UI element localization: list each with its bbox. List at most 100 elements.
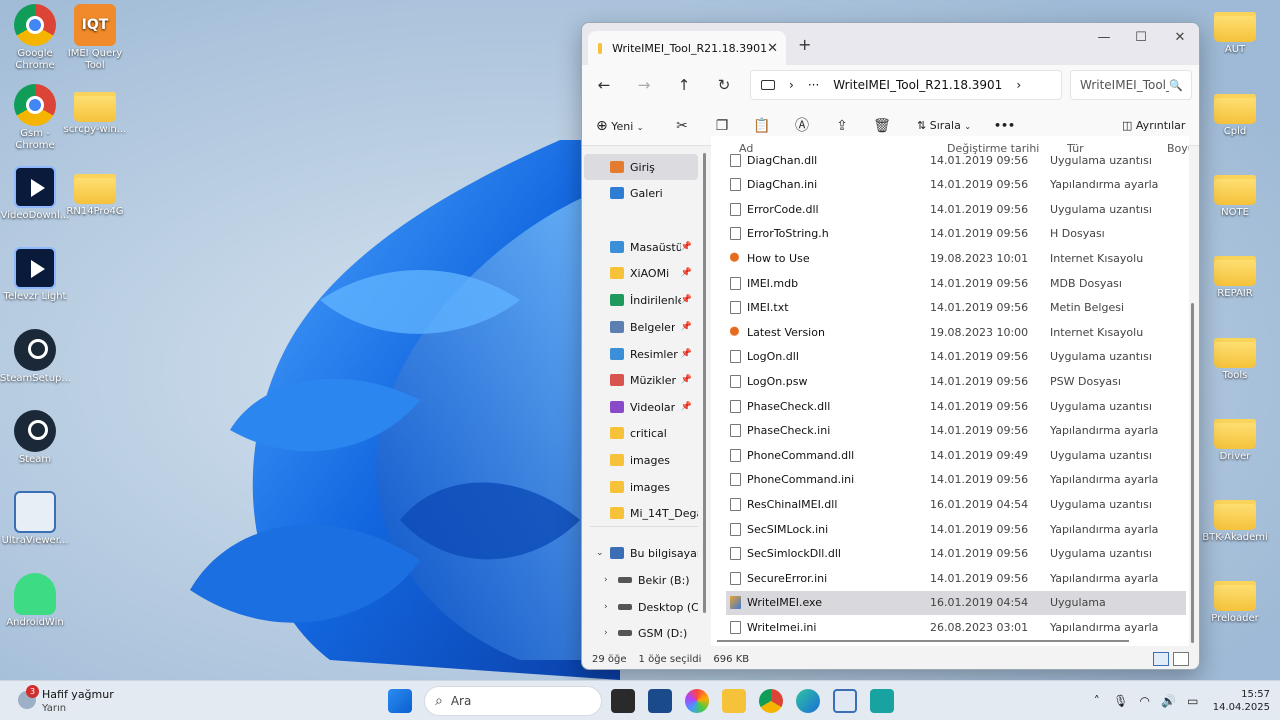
desktop-icon-imei-query-tool[interactable]: IQT IMEI Query Tool — [60, 4, 130, 72]
desktop-icon-steam[interactable]: Steam — [0, 410, 70, 466]
nav-item[interactable]: images — [584, 447, 698, 473]
close-window-button[interactable]: ✕ — [1162, 27, 1198, 49]
nav-item[interactable]: Masaüstü 📌 — [584, 234, 698, 260]
file-row[interactable]: WriteIMEI.exe 16.01.2019 04:54 Uygulama — [726, 590, 1186, 615]
desktop-icon-steamsetup[interactable]: SteamSetup... — [0, 329, 70, 385]
nav-item[interactable]: Mi_14T_Degas_M — [584, 500, 698, 526]
file-row[interactable]: PhoneCommand.dll 14.01.2019 09:49 Uygulama… — [726, 443, 1186, 467]
nav-tree-item[interactable]: ⌄ Bu bilgisayar — [584, 540, 698, 566]
sort-button[interactable]: ⇅ Sırala ⌄ — [917, 115, 971, 137]
pin-icon[interactable]: 📌 — [681, 349, 692, 359]
file-row[interactable]: PhaseCheck.ini 14.01.2019 09:56 Yapılandır… — [726, 419, 1186, 443]
desktop-folder-cpld[interactable]: Cpld — [1200, 86, 1270, 138]
nav-item[interactable]: İndirilenler📌 — [584, 287, 698, 313]
nav-item[interactable]: Resimler 📌 — [584, 341, 698, 367]
file-row[interactable]: SecSIMLock.ini 14.01.2019 09:56 Yapılandır… — [726, 517, 1186, 541]
desktop-icon-androidwin[interactable]: AndroidWin — [0, 573, 70, 629]
desktop-icon-televzr[interactable]: Televzr Light — [0, 247, 70, 303]
wifi-icon[interactable]: ◠ — [1133, 694, 1157, 708]
file-row[interactable]: LogOn.psw 14.01.2019 09:56 PSW Dosyası — [726, 369, 1186, 393]
microphone-icon[interactable]: 🎙 — [1109, 694, 1133, 708]
store-icon[interactable] — [648, 689, 672, 713]
nav-item[interactable]: Belgeler 📌 — [584, 314, 698, 340]
search-box[interactable]: WriteIMEI_Tool_R21.18.3901 içinde ara 🔍 — [1070, 70, 1192, 100]
pin-icon[interactable]: 📌 — [681, 375, 692, 385]
desktop-folder-driver[interactable]: Driver — [1200, 411, 1270, 463]
details-pane-button[interactable]: ◫ Ayrıntılar — [1122, 115, 1185, 137]
more-options-button[interactable]: ••• — [994, 115, 1015, 137]
refresh-button[interactable]: ↻ — [712, 73, 736, 97]
file-row[interactable]: PhoneCommand.ini 14.01.2019 09:56 Yapıland… — [726, 468, 1186, 492]
file-row[interactable]: ResChinalMEI.dll 16.01.2019 04:54 Uygulama… — [726, 492, 1186, 516]
nav-item[interactable]: Videolar 📌 — [584, 394, 698, 420]
nav-item[interactable]: XiAOMi 📌 — [584, 260, 698, 286]
nav-item[interactable]: critical — [584, 420, 698, 446]
desktop-folder-repair[interactable]: REPAIR — [1200, 248, 1270, 300]
chevron-icon[interactable]: › — [604, 575, 608, 585]
edge-icon[interactable] — [796, 689, 820, 713]
breadcrumb-current-folder[interactable]: WriteIMEI_Tool_R21.18.3901 — [833, 78, 1002, 92]
file-list-horizontal-scrollbar[interactable] — [717, 640, 1129, 642]
file-row[interactable]: Latest Version 19.08.2023 10:00 Internet K… — [726, 320, 1186, 344]
cut-icon[interactable]: ✂ — [671, 115, 693, 137]
nav-item[interactable]: Galeri — [584, 180, 698, 206]
close-tab-icon[interactable]: ✕ — [767, 41, 778, 56]
nav-item[interactable]: Müzikler 📌 — [584, 367, 698, 393]
desktop-folder-aut[interactable]: AUT — [1200, 4, 1270, 56]
search-input[interactable]: WriteIMEI_Tool_R21.18.3901 içinde ara — [1080, 78, 1169, 92]
file-row[interactable]: LogOn.dll 14.01.2019 09:56 Uygulama uzantı… — [726, 345, 1186, 369]
chevron-icon[interactable]: ⌄ — [596, 548, 604, 558]
file-row[interactable]: ErrorToString.h 14.01.2019 09:56 H Dosyası — [726, 222, 1186, 246]
desktop-icon-rn14pro4g[interactable]: RN14Pro4G — [60, 166, 130, 218]
details-view-icon[interactable] — [1153, 652, 1169, 666]
copy-icon[interactable]: ❐ — [711, 115, 733, 137]
file-row[interactable]: PhaseCheck.dll 14.01.2019 09:56 Uygulama u… — [726, 394, 1186, 418]
address-bar[interactable]: › ··· WriteIMEI_Tool_R21.18.3901 › — [750, 70, 1062, 100]
task-view-icon[interactable] — [611, 689, 635, 713]
pin-icon[interactable]: 📌 — [681, 402, 692, 412]
chevron-icon[interactable]: › — [604, 628, 608, 638]
maximize-button[interactable]: ☐ — [1123, 27, 1159, 49]
file-row[interactable]: WriteImei.ini 26.08.2023 03:01 Yapılandırm… — [726, 615, 1186, 639]
desktop-folder-tools[interactable]: Tools — [1200, 330, 1270, 382]
chevron-icon[interactable]: › — [604, 602, 608, 612]
tiles-view-icon[interactable] — [1173, 652, 1189, 666]
desktop-icon-scrcpy[interactable]: scrcpy-win... — [60, 84, 130, 136]
desktop-folder-btk-akademi[interactable]: BTK-Akademi — [1200, 492, 1270, 544]
file-row[interactable]: IMEI.txt 14.01.2019 09:56 Metin Belgesi — [726, 296, 1186, 320]
rename-icon[interactable]: Ⓐ — [791, 115, 813, 137]
pin-icon[interactable]: 📌 — [681, 322, 692, 332]
breadcrumb-more[interactable]: ··· — [808, 78, 819, 92]
snipping-tool-icon[interactable] — [833, 689, 857, 713]
new-tab-button[interactable]: + — [798, 35, 811, 54]
nav-tree-item[interactable]: › GSM (D:) — [584, 620, 698, 646]
pin-icon[interactable]: 📌 — [681, 242, 692, 252]
file-row[interactable]: DiagChan.ini 14.01.2019 09:56 Yapılandırma… — [726, 173, 1186, 197]
file-row[interactable]: ErrorCode.dll 14.01.2019 09:56 Uygulama uz… — [726, 197, 1186, 221]
file-row[interactable]: SecSimlockDll.dll 14.01.2019 09:56 Uygulam… — [726, 542, 1186, 566]
chrome-icon[interactable] — [759, 689, 783, 713]
pin-icon[interactable]: 📌 — [681, 295, 692, 305]
back-button[interactable]: ← — [592, 73, 616, 97]
forward-button[interactable]: → — [632, 73, 656, 97]
paste-icon[interactable]: 📋 — [751, 115, 773, 137]
explorer-tab[interactable]: WriteIMEI_Tool_R21.18.3901 ✕ — [588, 31, 786, 65]
file-row[interactable]: How to Use 19.08.2023 10:01 Internet Kısay… — [726, 246, 1186, 270]
share-icon[interactable]: ⇪ — [831, 115, 853, 137]
file-row[interactable]: SecureError.ini 14.01.2019 09:56 Yapılandı… — [726, 566, 1186, 590]
desktop-folder-note[interactable]: NOTE — [1200, 167, 1270, 219]
pin-icon[interactable]: 📌 — [681, 268, 692, 278]
nav-item[interactable]: Giriş — [584, 154, 698, 180]
start-button[interactable] — [388, 689, 412, 713]
taskbar-search-input[interactable]: Ara — [451, 694, 472, 708]
file-explorer-icon[interactable] — [722, 689, 746, 713]
delete-icon[interactable]: 🗑 — [871, 115, 893, 137]
desktop-icon-ultraviewer[interactable]: UltraViewer... — [0, 491, 70, 547]
file-list-scrollbar[interactable] — [1191, 303, 1194, 643]
taskbar-search[interactable]: ⌕ Ara — [424, 686, 602, 716]
volume-icon[interactable]: 🔊 — [1157, 694, 1181, 708]
nav-tree-item[interactable]: › Bekir (B:) — [584, 567, 698, 593]
chevron-up-icon[interactable]: ˄ — [1085, 694, 1109, 708]
weather-widget[interactable]: 3 Hafif yağmur Yarın — [14, 685, 134, 717]
minimize-button[interactable]: — — [1086, 27, 1122, 49]
